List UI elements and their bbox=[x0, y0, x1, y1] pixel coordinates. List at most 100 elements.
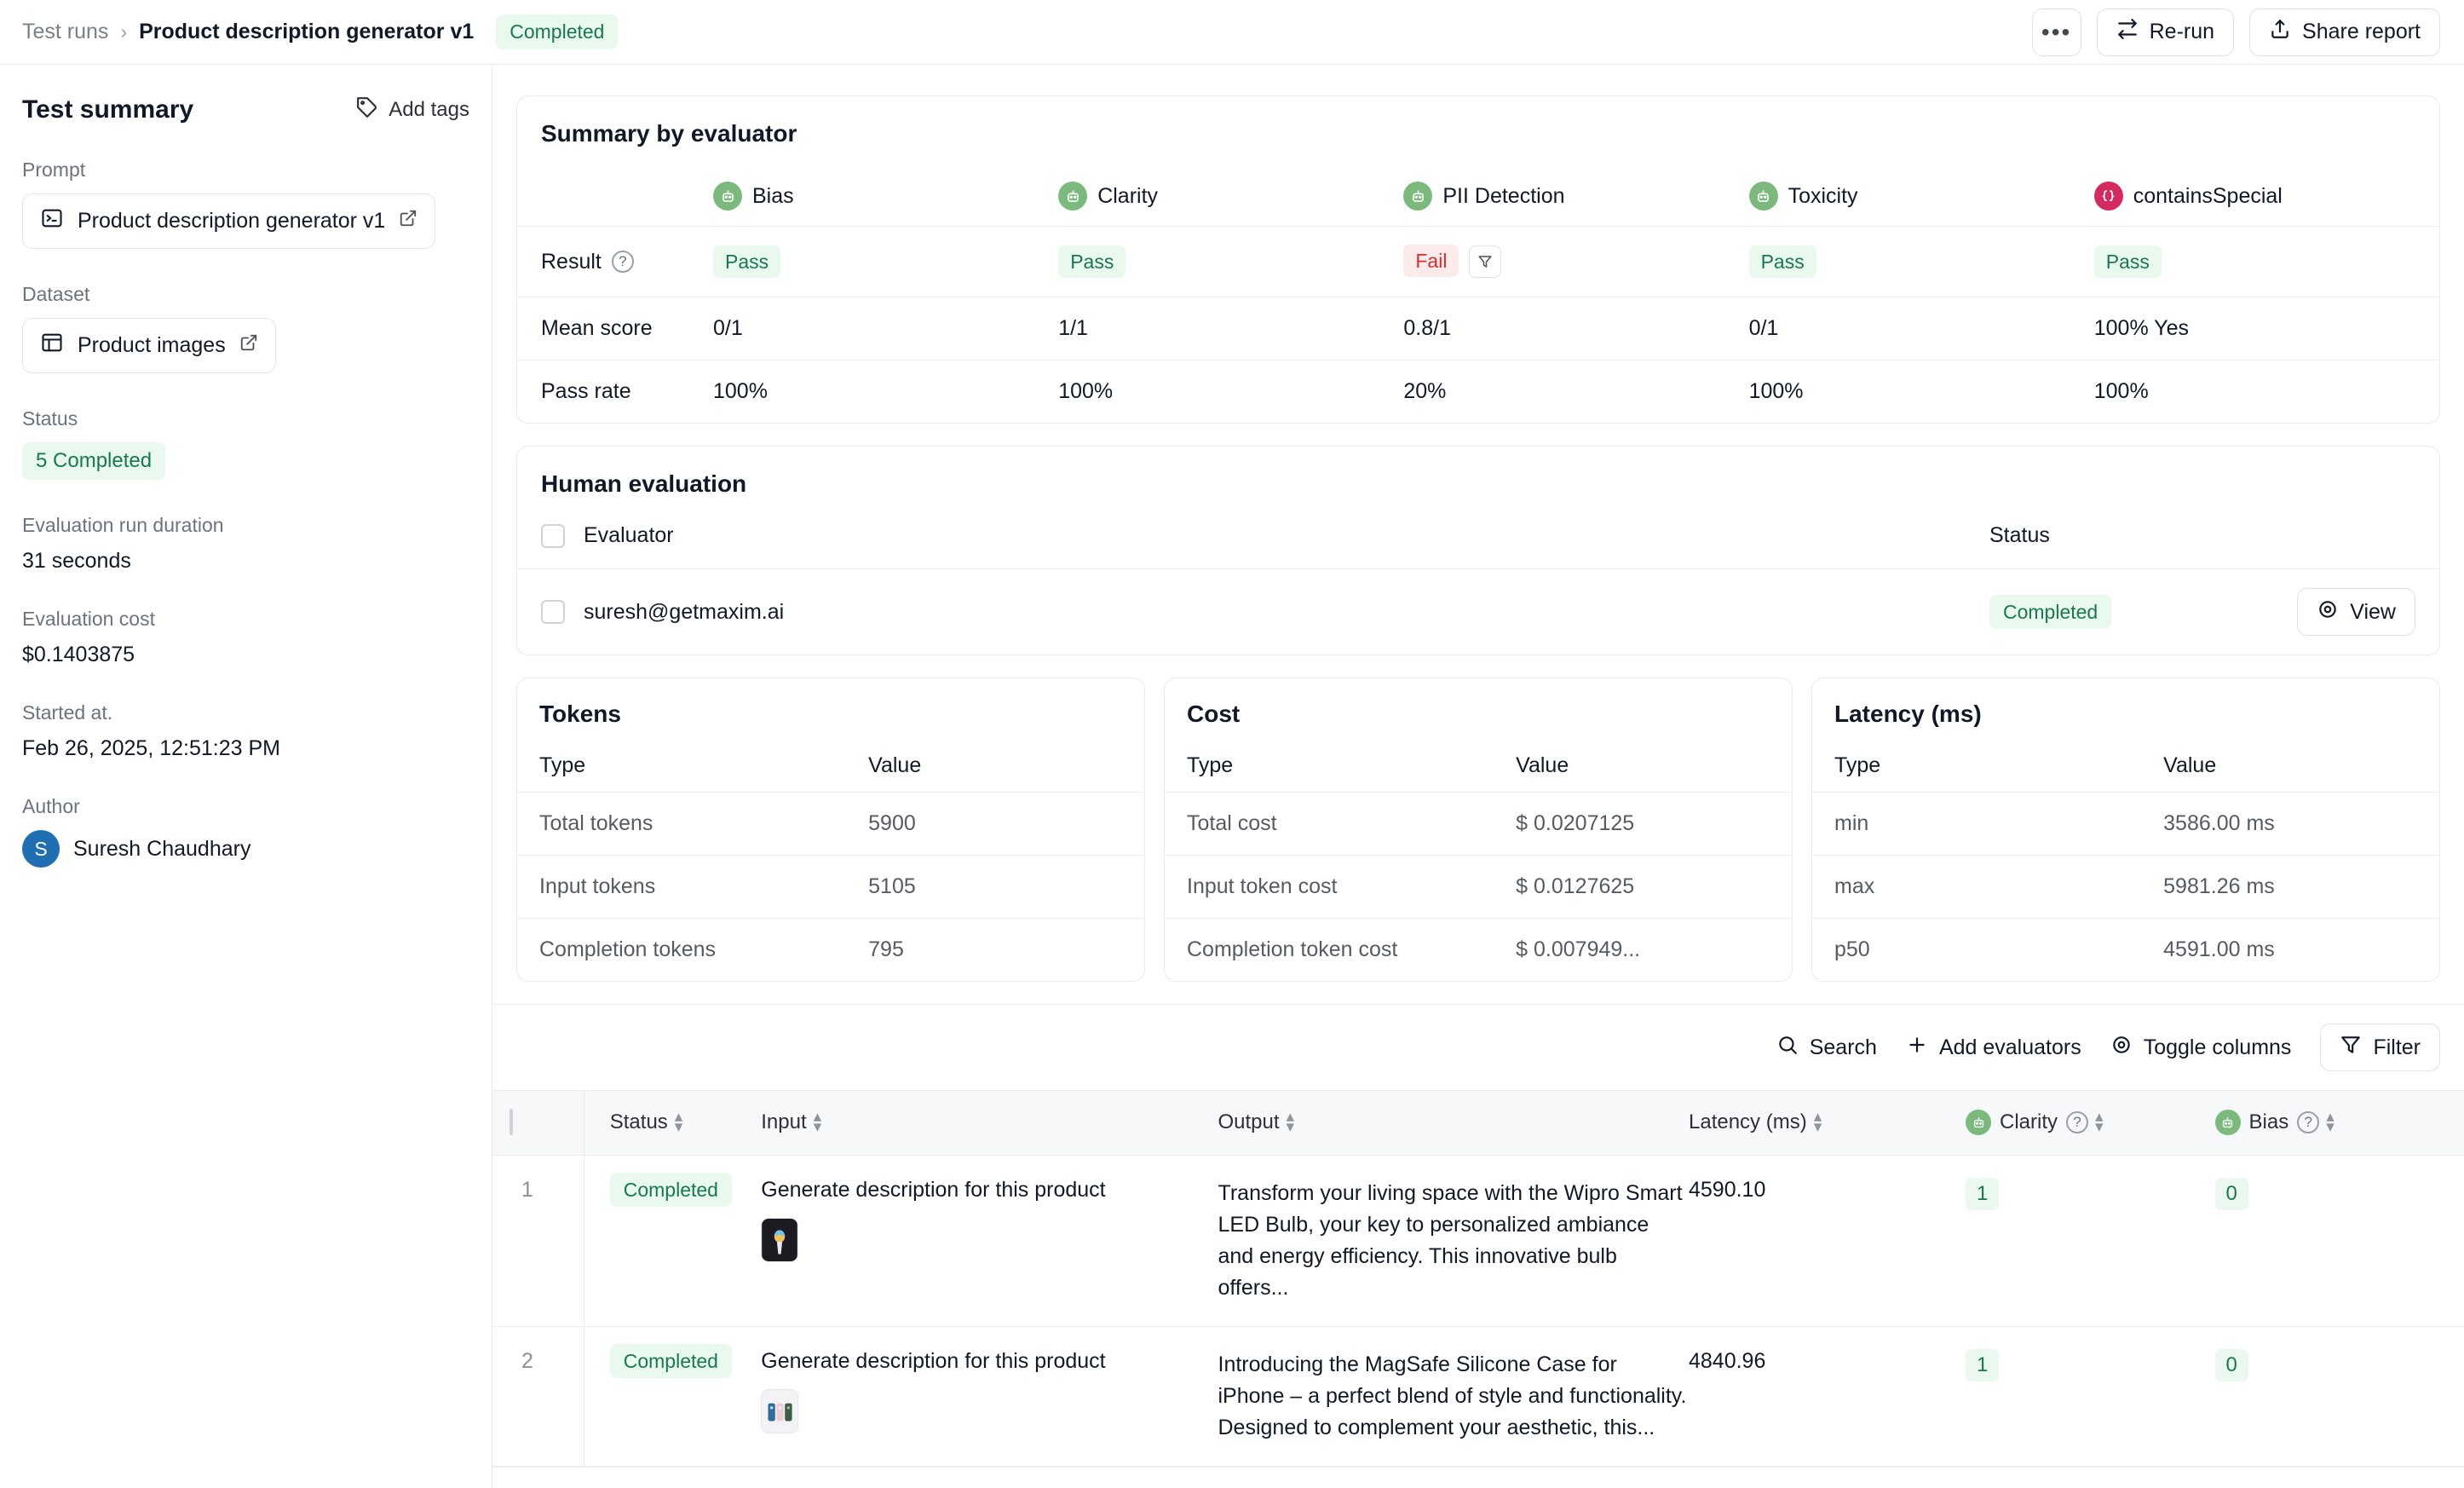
row-status: Completed bbox=[584, 1155, 762, 1327]
select-evaluator-checkbox[interactable] bbox=[541, 600, 565, 624]
summary-row-label-cell: Pass rate bbox=[517, 360, 713, 424]
column-status[interactable]: Status ▴ ▾ bbox=[584, 1090, 762, 1156]
prompt-label: Prompt bbox=[22, 159, 86, 181]
eye-icon bbox=[2110, 1034, 2133, 1062]
breadcrumb-root[interactable]: Test runs bbox=[22, 20, 108, 44]
led-bulb-thumbnail[interactable] bbox=[761, 1217, 799, 1262]
evaluator-header-bias: Bias bbox=[713, 147, 1058, 227]
metric-row: Completion token cost $ 0.007949... bbox=[1165, 918, 1792, 982]
toggle-columns-button[interactable]: Toggle columns bbox=[2110, 1034, 2291, 1062]
filter-icon[interactable] bbox=[1469, 245, 1502, 278]
metric-value: $ 0.0207125 bbox=[1516, 811, 1635, 835]
evaluator-name: containsSpecial bbox=[2133, 183, 2283, 208]
avatar: S bbox=[22, 830, 60, 868]
row-status-badge: Completed bbox=[609, 1172, 732, 1207]
metric-value: 4591.00 ms bbox=[2163, 937, 2275, 961]
metric-value: 5105 bbox=[868, 874, 916, 898]
evaluator-name: PII Detection bbox=[1442, 183, 1565, 208]
help-icon[interactable]: ? bbox=[2297, 1111, 2320, 1133]
search-button[interactable]: Search bbox=[1776, 1034, 1877, 1062]
phone-cases-thumbnail[interactable] bbox=[761, 1388, 799, 1433]
summary-header-row: Bias Clarity PII Detection Toxicity contains… bbox=[517, 147, 2439, 227]
prompt-chip[interactable]: Product description generator v1 bbox=[22, 193, 436, 249]
help-icon[interactable]: ? bbox=[611, 251, 634, 273]
metric-type: p50 bbox=[1834, 937, 1870, 961]
author-label: Author bbox=[22, 795, 80, 817]
table-row[interactable]: 1 Completed Generate description for this … bbox=[492, 1155, 2464, 1327]
filter-button[interactable]: Filter bbox=[2320, 1024, 2440, 1071]
summary-row: Mean score 0/1 1/1 0.8/1 0/1 100% Yes bbox=[517, 297, 2439, 360]
column-select-all bbox=[492, 1090, 584, 1156]
row-clarity: 1 bbox=[1966, 1326, 2215, 1467]
code-braces-icon bbox=[2093, 182, 2123, 211]
metric-row: p50 4591.00 ms bbox=[1812, 918, 2439, 982]
result-pass-badge: Pass bbox=[1058, 245, 1126, 278]
column-input[interactable]: Input ▴ ▾ bbox=[761, 1090, 1218, 1156]
evaluator-header-toxicity: Toxicity bbox=[1748, 147, 2094, 227]
metric-table: Type Value min 3586.00 ms max 5981.26 ms p50 45… bbox=[1812, 728, 2439, 981]
metric-value: $ 0.0127625 bbox=[1516, 874, 1635, 898]
row-latency: 4590.10 bbox=[1689, 1155, 1966, 1327]
external-link-icon[interactable] bbox=[239, 333, 258, 358]
results-table: Status ▴ ▾ Input ▴ ▾ Output ▴ ▾ Latency … bbox=[492, 1090, 2464, 1467]
summary-row-label: Mean score bbox=[541, 316, 653, 340]
select-all-rows-checkbox[interactable] bbox=[509, 1109, 513, 1136]
summary-cell-value: 0/1 bbox=[713, 316, 743, 340]
external-link-icon[interactable] bbox=[399, 209, 417, 234]
metric-card-cost: Cost Type Value Total cost $ 0.0207125 Input … bbox=[1164, 678, 1793, 982]
metric-type: max bbox=[1834, 874, 1875, 898]
more-options-button[interactable]: ••• bbox=[2031, 8, 2081, 56]
row-status: Completed bbox=[584, 1326, 762, 1467]
column-status-label: Status bbox=[609, 1110, 668, 1134]
column-input-label: Input bbox=[761, 1110, 807, 1134]
metric-type: Input tokens bbox=[539, 874, 656, 898]
started-at-value: Feb 26, 2025, 12:51:23 PM bbox=[22, 736, 280, 760]
status-label: Status bbox=[22, 407, 78, 430]
view-button[interactable]: View bbox=[2297, 588, 2415, 636]
prompt-name: Product description generator v1 bbox=[78, 209, 386, 233]
sort-icon[interactable]: ▴ ▾ bbox=[1814, 1110, 1822, 1135]
sort-icon[interactable]: ▴ ▾ bbox=[675, 1110, 683, 1135]
row-latency: 4840.96 bbox=[1689, 1326, 1966, 1467]
summary-cell-value: 1/1 bbox=[1058, 316, 1088, 340]
top-bar-actions: ••• Re-run Share report bbox=[2031, 8, 2440, 56]
column-latency[interactable]: Latency (ms) ▴ ▾ bbox=[1689, 1090, 1966, 1156]
rerun-button[interactable]: Re-run bbox=[2096, 8, 2235, 56]
table-row[interactable]: 2 Completed Generate description for this … bbox=[492, 1326, 2464, 1467]
summary-row: Result? Pass Pass Fail Pass Pass bbox=[517, 226, 2439, 297]
metric-type: Total cost bbox=[1187, 811, 1277, 835]
column-output[interactable]: Output ▴ ▾ bbox=[1218, 1090, 1689, 1156]
help-icon[interactable]: ? bbox=[2066, 1111, 2089, 1133]
column-clarity[interactable]: Clarity ? ▴ ▾ bbox=[1966, 1090, 2215, 1156]
summary-by-evaluator-table: Bias Clarity PII Detection Toxicity contains… bbox=[517, 147, 2439, 423]
rerun-icon bbox=[2116, 18, 2139, 46]
bias-score: 0 bbox=[2214, 1177, 2248, 1210]
page-title: Product description generator v1 bbox=[139, 20, 475, 43]
breadcrumb-separator-icon: › bbox=[120, 20, 128, 43]
clarity-score: 1 bbox=[1966, 1348, 2000, 1381]
share-report-button[interactable]: Share report bbox=[2249, 8, 2440, 56]
column-bias[interactable]: Bias ? ▴ ▾ bbox=[2214, 1090, 2464, 1156]
add-evaluators-button[interactable]: Add evaluators bbox=[1906, 1034, 2081, 1062]
sort-icon[interactable]: ▴ ▾ bbox=[2095, 1109, 2104, 1134]
evaluator-action: View bbox=[2245, 588, 2415, 636]
share-report-label: Share report bbox=[2302, 20, 2421, 43]
dataset-chip[interactable]: Product images bbox=[22, 318, 276, 373]
row-input-text: Generate description for this product bbox=[761, 1348, 1106, 1373]
human-evaluation-card: Human evaluation Evaluator Status suresh… bbox=[516, 446, 2440, 655]
sort-icon[interactable]: ▴ ▾ bbox=[814, 1110, 822, 1135]
metric-header-row: Type Value bbox=[1165, 728, 1792, 793]
human-evaluation-title: Human evaluation bbox=[541, 470, 747, 497]
test-summary-sidebar: Test summary Add tags Prompt Product des… bbox=[0, 65, 492, 1488]
sort-icon[interactable]: ▴ ▾ bbox=[2326, 1109, 2334, 1134]
summary-cell: 20% bbox=[1403, 360, 1748, 424]
summary-cell: 0.8/1 bbox=[1403, 297, 1748, 360]
select-all-evaluators-checkbox[interactable] bbox=[541, 523, 565, 548]
metric-type: Completion tokens bbox=[539, 937, 717, 961]
metric-type: Input token cost bbox=[1187, 874, 1338, 898]
summary-cell: 100% bbox=[2094, 360, 2439, 424]
summary-body: Result? Pass Pass Fail Pass Pass Mean score 0/1… bbox=[517, 226, 2439, 424]
sort-icon[interactable]: ▴ ▾ bbox=[1287, 1110, 1295, 1135]
dataset-label: Dataset bbox=[22, 283, 90, 305]
add-tags-button[interactable]: Add tags bbox=[356, 96, 469, 124]
